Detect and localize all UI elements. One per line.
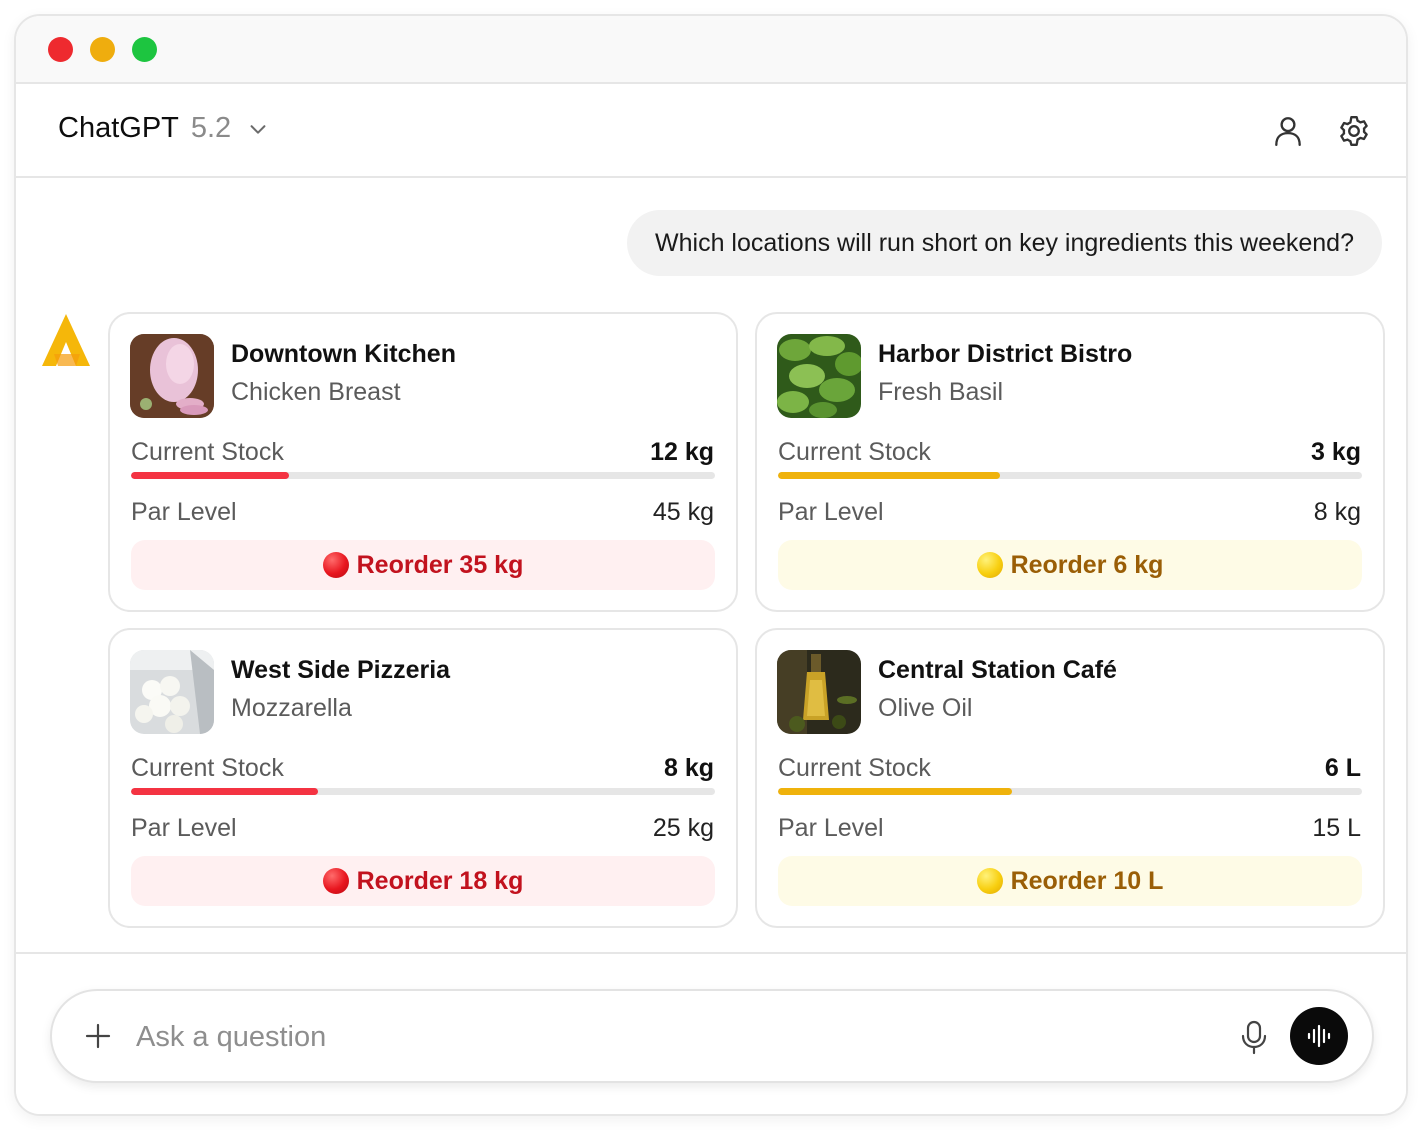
olive-oil-photo (777, 650, 861, 734)
mozzarella-photo (130, 650, 214, 734)
minimize-window-button[interactable] (90, 37, 115, 62)
voice-mode-icon (1307, 1024, 1331, 1048)
reorder-badge[interactable]: Reorder 10 L (778, 856, 1362, 906)
stock-progress-bar (131, 788, 715, 795)
location-name: Harbor District Bistro (878, 340, 1133, 368)
stock-progress-fill (131, 472, 289, 479)
ingredient-name: Chicken Breast (231, 378, 401, 406)
current-stock-value: 8 kg (663, 754, 714, 782)
message-composer (50, 989, 1374, 1083)
logo-a-icon (42, 314, 90, 366)
app-window: ChatGPT 5.2 Which locations will run sho… (14, 14, 1408, 1116)
par-level-value: 15 L (1312, 814, 1361, 842)
current-stock-value: 6 L (1324, 754, 1361, 782)
location-name: Downtown Kitchen (231, 340, 456, 368)
inventory-card: Harbor District Bistro Fresh Basil Curre… (755, 312, 1385, 612)
model-version: 5.2 (190, 112, 232, 144)
current-stock-label: Current Stock (778, 754, 931, 782)
par-level-value: 25 kg (652, 814, 714, 842)
reorder-text: Reorder 18 kg (356, 866, 524, 895)
plus-icon[interactable] (82, 1020, 114, 1052)
stock-progress-bar (131, 472, 715, 479)
par-level-label: Par Level (778, 814, 884, 842)
close-window-button[interactable] (48, 37, 73, 62)
ingredient-name: Mozzarella (231, 694, 352, 722)
chicken-breast-photo (130, 334, 214, 418)
reorder-badge[interactable]: Reorder 35 kg (131, 540, 715, 590)
stock-progress-fill (778, 472, 1000, 479)
chat-area: Which locations will run short on key in… (16, 178, 1406, 952)
chat-header: ChatGPT 5.2 (16, 84, 1406, 178)
par-level-label: Par Level (131, 498, 237, 526)
fresh-basil-photo (777, 334, 861, 418)
reorder-text: Reorder 6 kg (1010, 550, 1164, 579)
zoom-window-button[interactable] (132, 37, 157, 62)
title-bar (16, 16, 1406, 84)
stock-progress-fill (131, 788, 318, 795)
user-message: Which locations will run short on key in… (627, 210, 1382, 276)
current-stock-value: 3 kg (1310, 438, 1361, 466)
ingredient-name: Olive Oil (878, 694, 973, 722)
current-stock-label: Current Stock (131, 754, 284, 782)
current-stock-label: Current Stock (778, 438, 931, 466)
ingredient-name: Fresh Basil (878, 378, 1004, 406)
par-level-label: Par Level (131, 814, 237, 842)
stock-progress-fill (778, 788, 1012, 795)
chevron-down-icon (250, 124, 266, 134)
gear-icon[interactable] (1337, 114, 1371, 148)
reorder-badge[interactable]: Reorder 18 kg (131, 856, 715, 906)
reorder-badge[interactable]: Reorder 6 kg (778, 540, 1362, 590)
stock-progress-bar (778, 472, 1362, 479)
location-name: Central Station Café (878, 656, 1117, 684)
red-circle-icon (322, 868, 349, 894)
reorder-text: Reorder 35 kg (356, 550, 524, 579)
inventory-card: Downtown Kitchen Chicken Breast Current … (108, 312, 738, 612)
composer-area (16, 952, 1406, 1114)
app-name: ChatGPT (58, 112, 179, 144)
yellow-circle-icon (976, 552, 1003, 578)
current-stock-value: 12 kg (650, 438, 714, 466)
stock-progress-bar (778, 788, 1362, 795)
par-level-value: 8 kg (1313, 498, 1361, 526)
microphone-icon[interactable] (1237, 1019, 1271, 1055)
inventory-card: West Side Pizzeria Mozzarella Current St… (108, 628, 738, 928)
inventory-card: Central Station Café Olive Oil Current S… (755, 628, 1385, 928)
question-input[interactable] (136, 1011, 1136, 1063)
par-level-value: 45 kg (652, 498, 714, 526)
location-name: West Side Pizzeria (231, 656, 451, 684)
voice-mode-button[interactable] (1290, 1007, 1348, 1065)
reorder-text: Reorder 10 L (1010, 866, 1164, 895)
par-level-label: Par Level (778, 498, 884, 526)
yellow-circle-icon (976, 868, 1003, 894)
red-circle-icon (322, 552, 349, 578)
user-icon[interactable] (1271, 114, 1305, 148)
current-stock-label: Current Stock (131, 438, 284, 466)
model-selector[interactable]: ChatGPT 5.2 (58, 112, 269, 145)
